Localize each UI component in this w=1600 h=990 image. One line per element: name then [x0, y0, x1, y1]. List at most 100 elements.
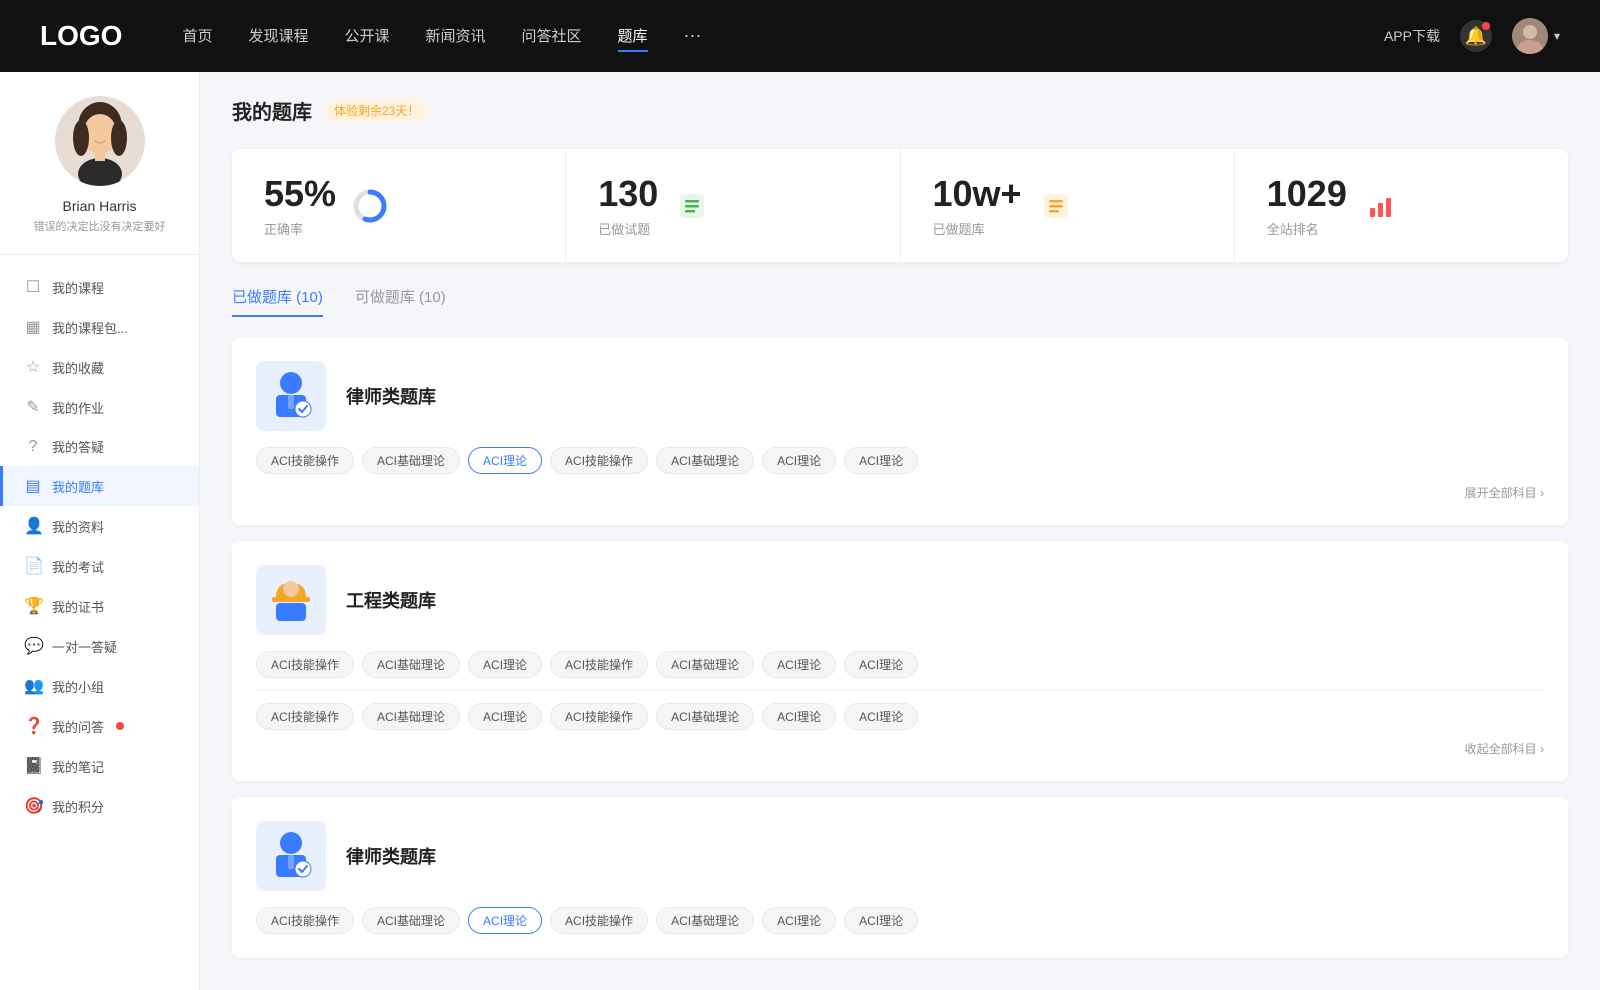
tag-1-3[interactable]: ACI技能操作 [550, 447, 648, 474]
tag-1-0[interactable]: ACI技能操作 [256, 447, 354, 474]
sidebar-item-course-package[interactable]: ▦ 我的课程包... [0, 307, 199, 347]
tag-2b-4[interactable]: ACI基础理论 [656, 703, 754, 730]
sidebar-label-course-package: 我的课程包... [52, 318, 128, 337]
tab-done-banks[interactable]: 已做题库 (10) [232, 286, 323, 317]
favorites-icon: ☆ [24, 357, 42, 377]
tag-2b-0[interactable]: ACI技能操作 [256, 703, 354, 730]
avatar [1512, 18, 1548, 54]
tag-1-4[interactable]: ACI基础理论 [656, 447, 754, 474]
sidebar-label-group: 我的小组 [52, 677, 104, 696]
nav-home[interactable]: 首页 [182, 21, 212, 52]
stat-ranking: 1029 全站排名 [1235, 149, 1568, 262]
tag-2-4[interactable]: ACI基础理论 [656, 651, 754, 678]
sidebar: Brian Harris 错误的决定比没有决定要好 ☐ 我的课程 ▦ 我的课程包… [0, 72, 200, 990]
bank-tags-row-2b: ACI技能操作 ACI基础理论 ACI理论 ACI技能操作 ACI基础理论 AC… [256, 703, 1544, 730]
tag-2b-6[interactable]: ACI理论 [844, 703, 918, 730]
tag-1-2[interactable]: ACI理论 [468, 447, 542, 474]
sidebar-item-course[interactable]: ☐ 我的课程 [0, 267, 199, 307]
sidebar-item-questions[interactable]: ? 我的答疑 [0, 427, 199, 466]
user-avatar-menu[interactable]: ▾ [1512, 18, 1560, 54]
stat-done-banks-value: 10w+ [933, 173, 1022, 215]
tabs-row: 已做题库 (10) 可做题库 (10) [232, 286, 1568, 317]
profile-name: Brian Harris [63, 198, 137, 214]
bank-tags-row-2: ACI技能操作 ACI基础理论 ACI理论 ACI技能操作 ACI基础理论 AC… [256, 651, 1544, 678]
points-icon: 🎯 [24, 796, 42, 816]
sidebar-item-profile[interactable]: 👤 我的资料 [0, 506, 199, 546]
list-green-icon [674, 188, 710, 224]
tag-2-3[interactable]: ACI技能操作 [550, 651, 648, 678]
content-area: Brian Harris 错误的决定比没有决定要好 ☐ 我的课程 ▦ 我的课程包… [0, 72, 1600, 990]
tag-2b-1[interactable]: ACI基础理论 [362, 703, 460, 730]
course-package-icon: ▦ [24, 317, 42, 337]
tab-available-banks[interactable]: 可做题库 (10) [355, 286, 446, 317]
tag-2-2[interactable]: ACI理论 [468, 651, 542, 678]
tag-2-0[interactable]: ACI技能操作 [256, 651, 354, 678]
questions-icon: ? [24, 438, 42, 456]
sidebar-item-homework[interactable]: ✎ 我的作业 [0, 387, 199, 427]
sidebar-item-points[interactable]: 🎯 我的积分 [0, 786, 199, 826]
tag-3-0[interactable]: ACI技能操作 [256, 907, 354, 934]
main-content: 我的题库 体验剩余23天！ 55% 正确率 130 [200, 72, 1600, 990]
tag-3-3[interactable]: ACI技能操作 [550, 907, 648, 934]
nav-bank[interactable]: 题库 [618, 21, 648, 52]
tag-2b-2[interactable]: ACI理论 [468, 703, 542, 730]
tag-1-5[interactable]: ACI理论 [762, 447, 836, 474]
myqa-icon: ❓ [24, 716, 42, 736]
tag-2b-5[interactable]: ACI理论 [762, 703, 836, 730]
tag-1-1[interactable]: ACI基础理论 [362, 447, 460, 474]
header: LOGO 首页 发现课程 公开课 新闻资讯 问答社区 题库 ··· APP下载 … [0, 0, 1600, 72]
tag-1-6[interactable]: ACI理论 [844, 447, 918, 474]
stat-done-questions-label: 已做试题 [598, 219, 658, 238]
expand-link-2[interactable]: 收起全部科目 › [256, 740, 1544, 757]
notification-dot [1482, 22, 1490, 30]
nav-qa[interactable]: 问答社区 [522, 21, 582, 52]
bank-title-2: 工程类题库 [346, 587, 436, 613]
page-title: 我的题库 [232, 96, 312, 125]
bank-title-1: 律师类题库 [346, 383, 436, 409]
sidebar-item-tutoring[interactable]: 💬 一对一答疑 [0, 626, 199, 666]
sidebar-item-notes[interactable]: 📓 我的笔记 [0, 746, 199, 786]
sidebar-item-exam[interactable]: 📄 我的考试 [0, 546, 199, 586]
tag-2-5[interactable]: ACI理论 [762, 651, 836, 678]
tag-3-5[interactable]: ACI理论 [762, 907, 836, 934]
logo: LOGO [40, 20, 122, 52]
stat-accuracy-value: 55% [264, 173, 336, 215]
sidebar-item-group[interactable]: 👥 我的小组 [0, 666, 199, 706]
nav-opencourse[interactable]: 公开课 [344, 21, 389, 52]
tag-3-4[interactable]: ACI基础理论 [656, 907, 754, 934]
tag-3-1[interactable]: ACI基础理论 [362, 907, 460, 934]
sidebar-label-certificate: 我的证书 [52, 597, 104, 616]
tag-2b-3[interactable]: ACI技能操作 [550, 703, 648, 730]
stat-done-banks: 10w+ 已做题库 [901, 149, 1235, 262]
stat-ranking-value: 1029 [1267, 173, 1347, 215]
stat-done-questions-value: 130 [598, 173, 658, 215]
sidebar-label-favorites: 我的收藏 [52, 358, 104, 377]
bank-card-lawyer-1: 律师类题库 ACI技能操作 ACI基础理论 ACI理论 ACI技能操作 ACI基… [232, 337, 1568, 525]
tag-2-6[interactable]: ACI理论 [844, 651, 918, 678]
sidebar-label-questionbank: 我的题库 [52, 477, 104, 496]
sidebar-menu: ☐ 我的课程 ▦ 我的课程包... ☆ 我的收藏 ✎ 我的作业 ? 我的答疑 ▤… [0, 255, 199, 838]
tag-3-6[interactable]: ACI理论 [844, 907, 918, 934]
course-icon: ☐ [24, 277, 42, 297]
engineer-bank-icon [256, 565, 326, 635]
notification-bell[interactable]: 🔔 [1460, 20, 1492, 52]
app-download-button[interactable]: APP下载 [1384, 26, 1440, 46]
expand-link-1[interactable]: 展开全部科目 › [256, 484, 1544, 501]
nav-discover[interactable]: 发现课程 [248, 21, 308, 52]
sidebar-item-myqa[interactable]: ❓ 我的问答 [0, 706, 199, 746]
nav: 首页 发现课程 公开课 新闻资讯 问答社区 题库 ··· [182, 21, 1384, 52]
trial-badge: 体验剩余23天！ [324, 99, 429, 122]
nav-news[interactable]: 新闻资讯 [426, 21, 486, 52]
sidebar-item-questionbank[interactable]: ▤ 我的题库 [0, 466, 199, 506]
profile-motto: 错误的决定比没有决定要好 [34, 218, 166, 234]
group-icon: 👥 [24, 676, 42, 696]
tag-2-1[interactable]: ACI基础理论 [362, 651, 460, 678]
tag-row-divider [256, 690, 1544, 691]
nav-more[interactable]: ··· [684, 21, 702, 52]
sidebar-item-certificate[interactable]: 🏆 我的证书 [0, 586, 199, 626]
sidebar-item-favorites[interactable]: ☆ 我的收藏 [0, 347, 199, 387]
bank-tags-row-3: ACI技能操作 ACI基础理论 ACI理论 ACI技能操作 ACI基础理论 AC… [256, 907, 1544, 934]
tag-3-2[interactable]: ACI理论 [468, 907, 542, 934]
sidebar-label-points: 我的积分 [52, 797, 104, 816]
stat-accuracy-label: 正确率 [264, 219, 336, 238]
